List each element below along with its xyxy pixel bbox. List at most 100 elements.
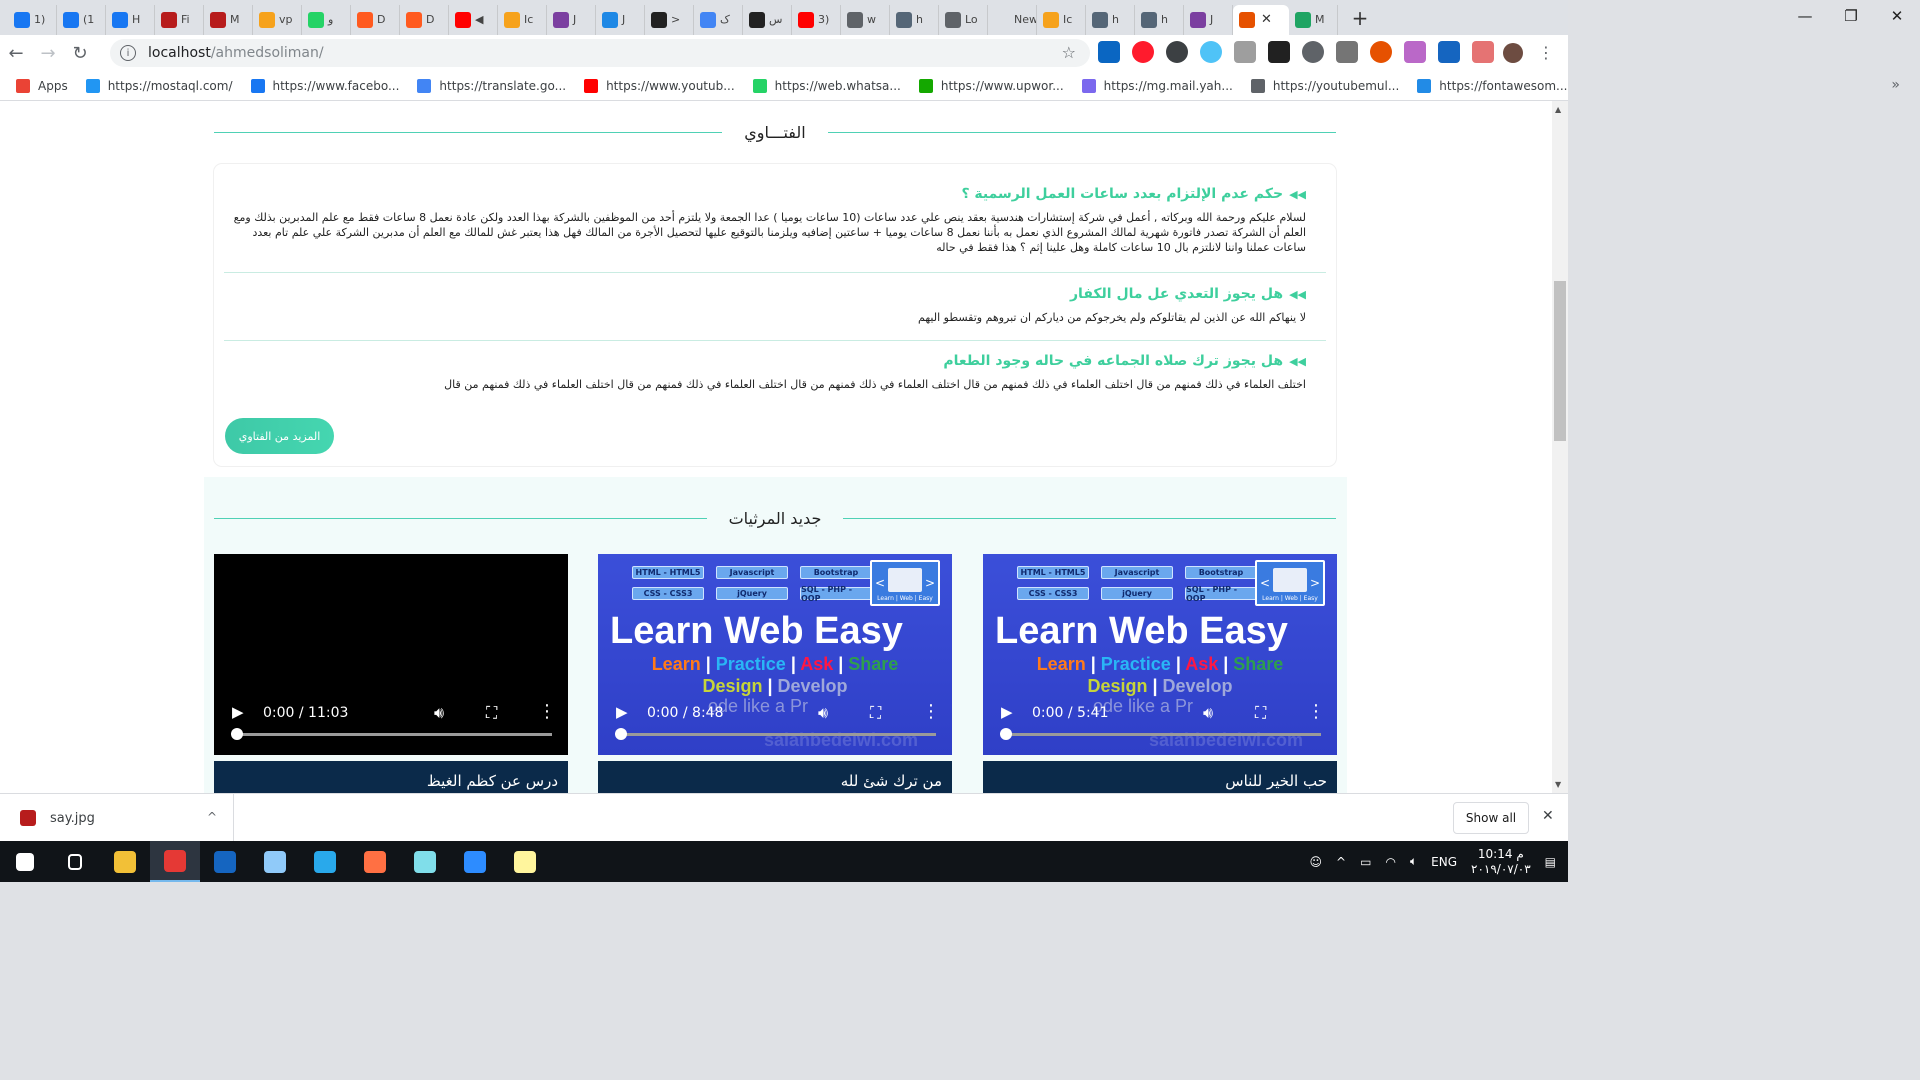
video-title[interactable]: درس عن كظم الغيظ	[214, 761, 568, 793]
swirl-extension-icon[interactable]	[1200, 41, 1222, 63]
show-all-downloads-button[interactable]: Show all	[1453, 802, 1529, 834]
browser-tab[interactable]: New T	[988, 4, 1037, 35]
video-progress-knob[interactable]	[615, 728, 627, 740]
download-item[interactable]: say.jpg ^	[0, 794, 234, 842]
chevron-up-icon[interactable]: ^	[207, 810, 217, 824]
more-options-icon[interactable]: ⋮	[538, 701, 556, 722]
browser-tab[interactable]: Ic	[1037, 4, 1086, 35]
browser-tab[interactable]: (1	[57, 4, 106, 35]
more-options-icon[interactable]: ⋮	[1307, 701, 1325, 722]
video-player[interactable]: HTML - HTML5 Javascript Bootstrap CSS - CSS…	[983, 554, 1337, 755]
browser-tab[interactable]: M	[204, 4, 253, 35]
bookmark-item[interactable]: https://mg.mail.yah...	[1081, 78, 1233, 93]
video-progress-knob[interactable]	[1000, 728, 1012, 740]
browser-tab[interactable]: >	[645, 4, 694, 35]
browser-tab[interactable]: M	[1289, 4, 1338, 35]
scroll-up-icon[interactable]: ▲	[1555, 105, 1561, 114]
eyedropper-extension-icon[interactable]	[1438, 41, 1460, 63]
scrollbar-thumb[interactable]	[1554, 281, 1566, 441]
camera-extension-icon[interactable]	[1234, 41, 1256, 63]
more-options-icon[interactable]: ⋮	[922, 701, 940, 722]
close-window-button[interactable]: ✕	[1874, 0, 1920, 32]
wifi-icon[interactable]: ◠	[1385, 855, 1395, 869]
opera-extension-icon[interactable]	[1132, 41, 1154, 63]
clock[interactable]: 10:14 م ٢٠١٩/٠٧/٠٣	[1471, 847, 1531, 877]
profile-avatar[interactable]	[1503, 43, 1523, 63]
question-title[interactable]: ◀◀حكم عدم الإلتزام بعدد ساعات العمل الرس…	[226, 186, 1309, 202]
video-progress-track[interactable]	[1005, 733, 1321, 736]
play-icon[interactable]: ▶	[616, 703, 628, 721]
more-fatawa-button[interactable]: المزيد من الفتاوي	[225, 418, 334, 454]
notifications-icon[interactable]: ▤	[1545, 855, 1556, 869]
browser-tab[interactable]: J	[547, 4, 596, 35]
cube-extension-icon[interactable]	[1336, 41, 1358, 63]
browser-tab[interactable]: ◀	[449, 4, 498, 35]
volume-icon[interactable]: 🔈︎	[1410, 854, 1417, 869]
minimize-button[interactable]: —	[1782, 0, 1828, 32]
browser-tab[interactable]: w	[841, 4, 890, 35]
browser-tab[interactable]: 3)	[792, 4, 841, 35]
browser-tab[interactable]: و	[302, 4, 351, 35]
forward-button[interactable]: →	[32, 37, 64, 69]
bookmark-item[interactable]: https://www.facebo...	[250, 78, 399, 93]
browser-tab[interactable]: Ic	[498, 4, 547, 35]
question-title[interactable]: ◀◀هل يجوز ترك صلاه الجماعه في حاله وجود …	[226, 353, 1309, 369]
cube-app-button[interactable]	[250, 841, 300, 882]
fullscreen-icon[interactable]: ⛶	[1255, 703, 1266, 723]
language-indicator[interactable]: ENG	[1431, 855, 1457, 869]
bookmark-star-icon[interactable]: ☆	[1062, 43, 1076, 62]
bookmark-item[interactable]: https://mostaql.com/	[85, 78, 233, 93]
reload-button[interactable]: ↻	[64, 37, 96, 69]
gear-extension-icon[interactable]	[1302, 41, 1324, 63]
pdf-extension-icon[interactable]	[1472, 41, 1494, 63]
play-icon[interactable]: ▶	[232, 703, 244, 721]
chrome-menu-icon[interactable]: ⋮	[1538, 43, 1554, 62]
play-icon[interactable]: ▶	[1001, 703, 1013, 721]
bookmark-item[interactable]: https://web.whatsa...	[752, 78, 901, 93]
people-icon[interactable]: ☺	[1310, 855, 1323, 869]
browser-tab[interactable]: Fi	[155, 4, 204, 35]
volume-icon[interactable]: 🔊︎	[818, 703, 828, 723]
browser-tab[interactable]: h	[1135, 4, 1184, 35]
scroll-down-icon[interactable]: ▼	[1555, 780, 1561, 789]
bug-extension-icon[interactable]	[1370, 41, 1392, 63]
video-progress-knob[interactable]	[231, 728, 243, 740]
browser-tab[interactable]: D	[351, 4, 400, 35]
paint-button[interactable]	[500, 841, 550, 882]
browser-tab[interactable]: Lo	[939, 4, 988, 35]
video-title[interactable]: من ترك شئ لله	[598, 761, 952, 793]
browser-tab[interactable]: 1)	[8, 4, 57, 35]
bookmark-item[interactable]: https://www.youtub...	[584, 78, 735, 93]
bookmark-item[interactable]: Apps	[16, 78, 68, 93]
browser-tab[interactable]: J	[596, 4, 645, 35]
video-player[interactable]: HTML - HTML5 Javascript Bootstrap CSS - CSS…	[598, 554, 952, 755]
battery-icon[interactable]: ▭	[1360, 855, 1371, 869]
browser-tab[interactable]: ک	[694, 4, 743, 35]
zoom-button[interactable]	[450, 841, 500, 882]
maximize-button[interactable]: ❐	[1828, 0, 1874, 32]
app-button-blue[interactable]	[200, 841, 250, 882]
video-progress-track[interactable]	[620, 733, 936, 736]
pen-app-button[interactable]	[350, 841, 400, 882]
fullscreen-icon[interactable]: ⛶	[870, 703, 881, 723]
browser-tab[interactable]: vp	[253, 4, 302, 35]
pen-extension-icon[interactable]	[1404, 41, 1426, 63]
telegram-button[interactable]	[300, 841, 350, 882]
browser-tab[interactable]: h	[890, 4, 939, 35]
close-tab-icon[interactable]: ✕	[1261, 12, 1272, 27]
screenshot-extension-icon[interactable]	[1268, 41, 1290, 63]
bookmarks-overflow-icon[interactable]: »	[1891, 77, 1900, 93]
page-scrollbar[interactable]: ▲ ▼	[1552, 101, 1568, 793]
browser-tab[interactable]: J	[1184, 4, 1233, 35]
question-title[interactable]: ◀◀هل يجوز التعدي عل مال الكفار	[226, 286, 1309, 302]
chrome-button[interactable]	[150, 841, 200, 882]
close-download-bar-icon[interactable]: ✕	[1542, 808, 1554, 824]
fullscreen-icon[interactable]: ⛶	[486, 703, 497, 723]
browser-tab[interactable]: س	[743, 4, 792, 35]
chevron-up-icon[interactable]: ^	[1336, 855, 1346, 869]
task-view-button[interactable]	[50, 841, 100, 882]
bookmark-item[interactable]: https://www.upwor...	[918, 78, 1064, 93]
start-button[interactable]	[0, 841, 50, 882]
new-tab-button[interactable]: +	[1346, 6, 1374, 30]
bookmark-item[interactable]: https://translate.go...	[417, 78, 566, 93]
